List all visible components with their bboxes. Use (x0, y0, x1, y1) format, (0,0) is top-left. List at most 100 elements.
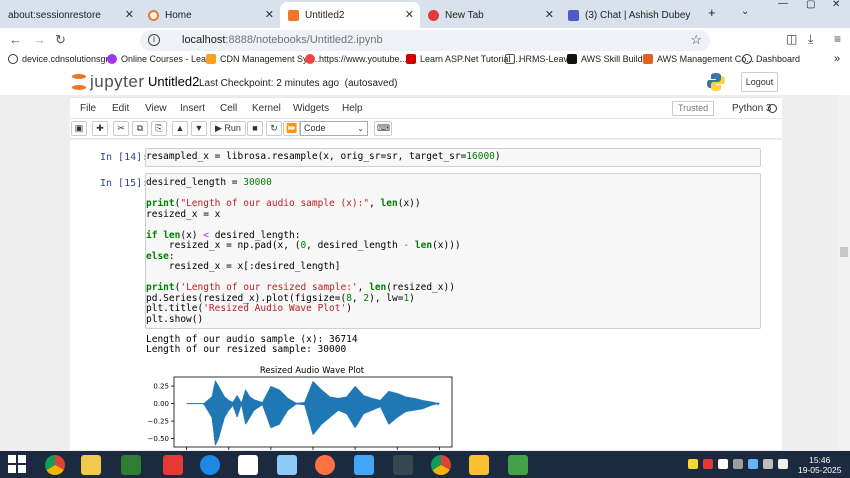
interrupt-icon[interactable]: ■ (247, 121, 263, 136)
url-text: localhost:8888/notebooks/Untitled2.ipynb (182, 34, 383, 46)
scrollbar-thumb[interactable] (840, 247, 848, 257)
code-text: desired_length = 30000 print("Length of … (146, 177, 461, 325)
close-icon[interactable]: ✕ (405, 8, 414, 21)
trusted-badge[interactable]: Trusted (672, 101, 715, 116)
close-icon[interactable]: ✕ (545, 8, 554, 21)
excel-icon[interactable] (508, 455, 528, 475)
tab-teams-chat[interactable]: (3) Chat | Ashish Dubey | Micro (560, 2, 700, 28)
chrome-icon[interactable] (431, 455, 451, 475)
menu-cell[interactable]: Cell (220, 103, 237, 114)
volume-icon[interactable] (763, 459, 773, 469)
move-down-icon[interactable]: ▼ (191, 121, 207, 136)
resized-audio-wave-chart: Resized Audio Wave Plot 0.25 0.00 −0.25 −0.… (148, 366, 453, 450)
menu-edit[interactable]: Edit (112, 103, 129, 114)
menu-view[interactable]: View (145, 103, 167, 114)
notebook-container: In [14]: resampled_x = librosa.resample(… (70, 140, 782, 450)
app-icon[interactable] (393, 455, 413, 475)
bookmark-item[interactable]: https://www.youtube.... (305, 54, 410, 64)
pocket-icon[interactable]: ◫ (786, 32, 797, 46)
move-up-icon[interactable]: ▲ (172, 121, 188, 136)
bookmark-item[interactable]: device.cdnsolutionsgr... (8, 54, 116, 64)
warning-app-icon[interactable] (469, 455, 489, 475)
run-button[interactable]: ▶ Run (210, 121, 246, 136)
menu-file[interactable]: File (80, 103, 96, 114)
address-bar[interactable]: i localhost:8888/notebooks/Untitled2.ipy… (140, 30, 710, 51)
site-info-icon[interactable]: i (148, 34, 160, 46)
bookmark-star-icon[interactable]: ☆ (690, 32, 702, 48)
forward-arrow-icon[interactable]: → (33, 32, 46, 47)
bookmark-item[interactable]: CDN Management Sys... (206, 54, 320, 64)
y-axis: 0.25 0.00 −0.25 −0.50 (148, 383, 174, 443)
app-icon[interactable] (277, 455, 297, 475)
windows-start-icon[interactable] (8, 455, 28, 475)
aws-icon (567, 54, 577, 64)
logout-button[interactable]: Logout (741, 72, 778, 92)
app-icon[interactable] (121, 455, 141, 475)
downloads-icon[interactable]: ⤓ (808, 32, 813, 47)
menu-help[interactable]: Help (342, 103, 363, 114)
tray-icon[interactable] (688, 459, 698, 469)
python-logo-icon (707, 73, 725, 91)
close-window-icon[interactable]: ✕ (832, 0, 840, 10)
minimize-icon[interactable]: — (778, 0, 788, 9)
menu-kernel[interactable]: Kernel (252, 103, 281, 114)
tab-session-restore[interactable]: about:sessionrestore ✕ (0, 2, 140, 28)
code-text: resampled_x = librosa.resample(x, orig_s… (146, 151, 501, 162)
menu-insert[interactable]: Insert (180, 103, 205, 114)
maximize-icon[interactable]: ▢ (806, 0, 815, 10)
bookmarks-bar: device.cdnsolutionsgr... Online Courses … (0, 53, 850, 69)
tab-title: New Tab (445, 9, 484, 21)
chrome-icon[interactable] (45, 455, 65, 475)
tray-icon[interactable] (733, 459, 743, 469)
restart-run-all-icon[interactable]: ⏩ (283, 121, 301, 136)
bookmark-item[interactable]: Dashboard (742, 54, 800, 64)
close-icon[interactable]: ✕ (265, 8, 274, 21)
page-scrollbar[interactable] (838, 95, 850, 450)
bookmark-item[interactable]: Online Courses - Lear... (107, 54, 216, 64)
vscode-icon[interactable] (354, 455, 374, 475)
bookmark-item[interactable]: AWS Skill Builder (567, 54, 651, 64)
tray-icon[interactable] (718, 459, 728, 469)
insert-cell-icon[interactable]: ✚ (92, 121, 108, 136)
jupyter-logo[interactable]: jupyter (72, 72, 145, 92)
more-bookmarks-icon[interactable]: » (834, 53, 840, 65)
jupyter-logo-icon (72, 73, 86, 91)
copy-icon[interactable]: ⧉ (132, 121, 148, 136)
paste-icon[interactable]: ⎘ (151, 121, 167, 136)
network-icon[interactable] (748, 459, 758, 469)
app-icon[interactable] (200, 455, 220, 475)
menu-widgets[interactable]: Widgets (293, 103, 329, 114)
back-arrow-icon[interactable]: ← (9, 32, 22, 47)
bookmark-item[interactable]: AWS Management Co... (643, 54, 754, 64)
cut-icon[interactable]: ✂ (113, 121, 129, 136)
x-tick-label: 30000 (428, 449, 450, 450)
command-palette-icon[interactable]: ⌨ (374, 121, 392, 136)
new-tab-button[interactable]: + (708, 5, 716, 20)
tutorial-icon (406, 54, 416, 64)
vnc-viewer-icon[interactable] (238, 455, 258, 475)
reload-icon[interactable]: ↻ (55, 32, 66, 48)
cell-type-select[interactable]: Code ⌄ (300, 121, 368, 136)
tab-list-chevron-icon[interactable]: ⌄ (741, 6, 749, 17)
youtube-icon (305, 54, 315, 64)
browser-navigation-bar: ← → ↻ i localhost:8888/notebooks/Untitle… (0, 28, 850, 53)
anydesk-icon[interactable] (163, 455, 183, 475)
extensions-icon[interactable]: ≡ (834, 32, 841, 46)
bookmark-item[interactable]: HRMS-Leave (505, 54, 573, 64)
restart-icon[interactable]: ↻ (266, 121, 282, 136)
jupyter-toolbar: ▣ ✚ ✂ ⧉ ⎘ ▲ ▼ ▶ Run ■ ↻ ⏩ Code ⌄ ⌨ (70, 119, 782, 139)
tab-new-tab[interactable]: New Tab ✕ (420, 2, 560, 28)
tray-icon[interactable] (703, 459, 713, 469)
cell-prompt: In [15]: (100, 178, 149, 189)
kernel-name[interactable]: Python 3 (732, 103, 771, 114)
taskbar-clock[interactable]: 15:46 19-05-2025 (798, 455, 841, 475)
save-icon[interactable]: ▣ (71, 121, 87, 136)
notebook-name[interactable]: Untitled2 (148, 74, 199, 89)
close-icon[interactable]: ✕ (125, 8, 134, 21)
file-explorer-icon[interactable] (81, 455, 101, 475)
bookmark-item[interactable]: Learn ASP.Net Tutorial ... (406, 54, 520, 64)
tab-home[interactable]: Home ✕ (140, 2, 280, 28)
firefox-icon[interactable] (315, 455, 335, 475)
battery-icon[interactable] (778, 459, 788, 469)
tab-untitled2[interactable]: Untitled2 ✕ (280, 2, 420, 28)
